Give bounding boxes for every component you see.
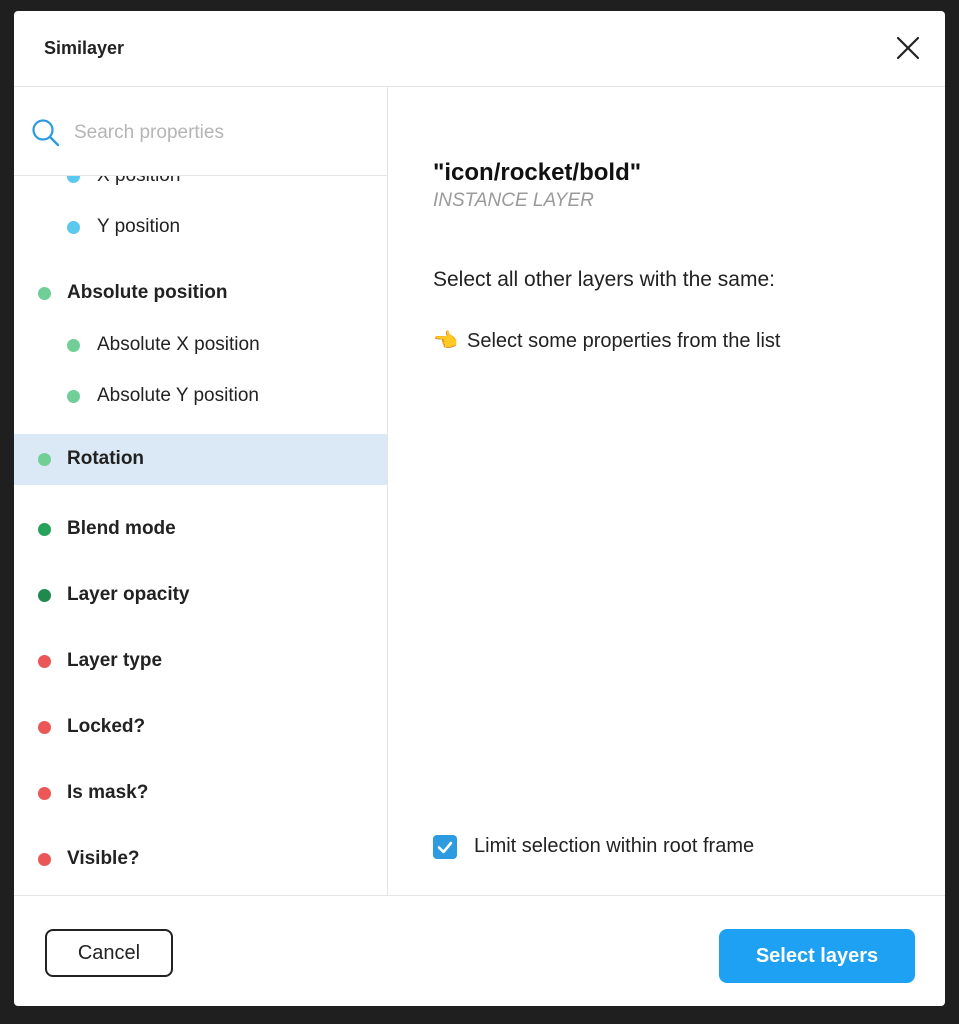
status-dot-icon bbox=[67, 390, 80, 403]
property-item[interactable]: Visible? bbox=[14, 834, 387, 885]
property-item[interactable]: Absolute X position bbox=[14, 320, 387, 371]
search-icon bbox=[32, 119, 60, 147]
status-dot-icon bbox=[38, 853, 51, 866]
property-item[interactable]: Rotation bbox=[14, 434, 387, 485]
dialog-footer: Cancel Select layers bbox=[14, 895, 945, 1006]
property-item[interactable]: Locked? bbox=[14, 702, 387, 753]
status-dot-icon bbox=[38, 787, 51, 800]
property-item[interactable]: Layer type bbox=[14, 636, 387, 687]
status-dot-icon bbox=[38, 523, 51, 536]
properties-sidebar: X positionY positionAbsolute positionAbs… bbox=[14, 87, 388, 895]
hint-text: Select some properties from the list bbox=[467, 330, 781, 352]
main-panel: "icon/rocket/bold" INSTANCE LAYER Select… bbox=[388, 87, 945, 895]
search-bar bbox=[14, 87, 387, 176]
property-item[interactable]: Layer opacity bbox=[14, 570, 387, 621]
status-dot-icon bbox=[38, 721, 51, 734]
property-label: Rotation bbox=[67, 448, 145, 469]
pointing-hand-icon: 👈 bbox=[433, 330, 458, 352]
limit-selection-label: Limit selection within root frame bbox=[474, 835, 755, 857]
status-dot-icon bbox=[38, 453, 51, 466]
status-dot-icon bbox=[38, 589, 51, 602]
property-label: Absolute position bbox=[67, 282, 228, 303]
checkmark-icon bbox=[437, 841, 453, 854]
property-label: Visible? bbox=[67, 848, 140, 869]
property-label: Absolute X position bbox=[97, 334, 260, 355]
property-label: Is mask? bbox=[67, 782, 149, 803]
dialog-window: Similayer X positionY positionAbsolute p… bbox=[14, 11, 945, 1006]
layer-name: "icon/rocket/bold" bbox=[433, 159, 642, 186]
property-label: Absolute Y position bbox=[97, 385, 259, 406]
hint-message: 👈 Select some properties from the list bbox=[433, 328, 780, 353]
property-item[interactable]: Is mask? bbox=[14, 768, 387, 819]
search-input[interactable] bbox=[72, 117, 366, 149]
layer-type: INSTANCE LAYER bbox=[433, 190, 594, 211]
property-item[interactable]: Absolute position bbox=[14, 268, 387, 319]
status-dot-icon bbox=[38, 655, 51, 668]
property-label: Y position bbox=[97, 216, 181, 237]
close-button[interactable] bbox=[895, 35, 921, 61]
status-dot-icon bbox=[38, 287, 51, 300]
property-item[interactable]: Blend mode bbox=[14, 504, 387, 555]
property-label: Locked? bbox=[67, 716, 146, 737]
cancel-button[interactable]: Cancel bbox=[45, 929, 173, 977]
title-bar: Similayer bbox=[14, 11, 945, 87]
property-label: Layer opacity bbox=[67, 584, 190, 605]
status-dot-icon bbox=[67, 221, 80, 234]
dialog-title: Similayer bbox=[44, 38, 125, 58]
property-label: Blend mode bbox=[67, 518, 176, 539]
property-item[interactable]: Y position bbox=[14, 202, 387, 253]
property-label: Layer type bbox=[67, 650, 163, 671]
select-heading: Select all other layers with the same: bbox=[433, 268, 775, 291]
property-item[interactable]: Absolute Y position bbox=[14, 371, 387, 422]
close-icon bbox=[896, 36, 920, 60]
limit-selection-checkbox[interactable] bbox=[433, 835, 457, 859]
select-layers-button[interactable]: Select layers bbox=[719, 929, 915, 983]
status-dot-icon bbox=[67, 339, 80, 352]
